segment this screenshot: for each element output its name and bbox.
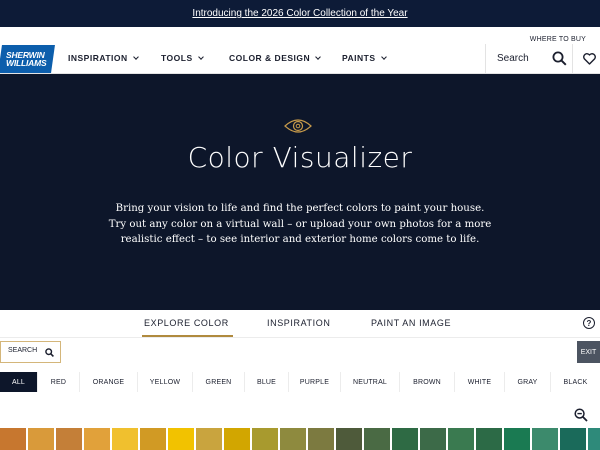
color-family-filter: ALL RED ORANGE YELLOW GREEN BLUE PURPLE …	[0, 372, 600, 392]
color-swatch[interactable]	[224, 428, 250, 450]
family-white[interactable]: WHITE	[454, 372, 504, 392]
color-swatch[interactable]	[308, 428, 334, 450]
color-swatch[interactable]	[532, 428, 558, 450]
color-swatch[interactable]	[28, 428, 54, 450]
color-swatch[interactable]	[84, 428, 110, 450]
exit-button[interactable]: EXIT	[577, 341, 600, 363]
color-search-input[interactable]	[8, 347, 42, 354]
color-swatch[interactable]	[364, 428, 390, 450]
color-swatch[interactable]	[252, 428, 278, 450]
color-swatch[interactable]	[0, 428, 26, 450]
color-swatch[interactable]	[588, 428, 600, 450]
color-swatch[interactable]	[336, 428, 362, 450]
nav-item-color-design[interactable]: COLOR & DESIGN	[229, 53, 321, 63]
family-neutral[interactable]: NEUTRAL	[340, 372, 399, 392]
family-brown[interactable]: BROWN	[399, 372, 454, 392]
color-swatch[interactable]	[560, 428, 586, 450]
utility-bar: WHERE TO BUY	[0, 27, 600, 44]
color-search-box	[0, 341, 61, 363]
nav-search-label: Search	[497, 53, 529, 64]
color-swatch[interactable]	[140, 428, 166, 450]
tab-inspiration[interactable]: INSPIRATION	[267, 318, 330, 328]
nav-item-tools[interactable]: TOOLS	[161, 53, 204, 63]
zoom-out-icon[interactable]	[574, 408, 588, 422]
color-swatch[interactable]	[56, 428, 82, 450]
nav-item-label: PAINTS	[342, 53, 376, 63]
promo-link[interactable]: Introducing the 2026 Color Collection of…	[192, 8, 407, 19]
tab-paint-an-image[interactable]: PAINT AN IMAGE	[371, 318, 451, 328]
family-orange[interactable]: ORANGE	[79, 372, 137, 392]
nav-item-inspiration[interactable]: INSPIRATION	[68, 53, 139, 63]
color-swatch[interactable]	[196, 428, 222, 450]
nav-item-label: TOOLS	[161, 53, 193, 63]
family-blue[interactable]: BLUE	[244, 372, 288, 392]
heart-icon[interactable]	[583, 53, 596, 65]
color-swatch[interactable]	[504, 428, 530, 450]
search-icon	[552, 51, 567, 66]
color-swatch[interactable]	[420, 428, 446, 450]
logo-line-2: WILLIAMS	[6, 58, 47, 68]
nav-item-paints[interactable]: PAINTS	[342, 53, 387, 63]
family-gray[interactable]: GRAY	[504, 372, 550, 392]
color-swatch[interactable]	[112, 428, 138, 450]
hero-section: Color Visualizer Bring your vision to li…	[0, 74, 600, 310]
nav-search-button[interactable]: Search	[485, 44, 573, 74]
family-black[interactable]: BLACK	[550, 372, 600, 392]
family-yellow[interactable]: YELLOW	[137, 372, 192, 392]
main-nav: SHERWIN WILLIAMS INSPIRATION TOOLS COLOR …	[0, 44, 600, 74]
chevron-down-icon	[197, 54, 204, 60]
search-icon[interactable]	[45, 348, 54, 357]
promo-banner: Introducing the 2026 Color Collection of…	[0, 0, 600, 27]
page-title: Color Visualizer	[187, 141, 413, 174]
color-swatch[interactable]	[168, 428, 194, 450]
tab-bar: EXPLORE COLOR INSPIRATION PAINT AN IMAGE…	[0, 310, 600, 338]
family-green[interactable]: GREEN	[192, 372, 244, 392]
hero-description: Bring your vision to life and find the p…	[108, 203, 492, 245]
tab-explore-color[interactable]: EXPLORE COLOR	[142, 318, 233, 337]
family-all[interactable]: ALL	[0, 372, 37, 392]
chevron-down-icon	[315, 54, 321, 60]
nav-item-label: COLOR & DESIGN	[229, 53, 311, 63]
family-purple[interactable]: PURPLE	[288, 372, 340, 392]
color-swatch[interactable]	[448, 428, 474, 450]
nav-item-label: INSPIRATION	[68, 53, 128, 63]
help-icon[interactable]: ?	[583, 317, 595, 329]
color-swatch[interactable]	[476, 428, 502, 450]
chevron-down-icon	[132, 54, 139, 60]
chevron-down-icon	[380, 54, 387, 60]
color-swatch[interactable]	[392, 428, 418, 450]
color-swatch[interactable]	[280, 428, 306, 450]
color-swatch-row	[0, 428, 600, 450]
eye-icon	[284, 119, 312, 133]
family-red[interactable]: RED	[37, 372, 79, 392]
where-to-buy-link[interactable]: WHERE TO BUY	[530, 36, 586, 43]
sherwin-williams-logo[interactable]: SHERWIN WILLIAMS	[0, 45, 55, 73]
